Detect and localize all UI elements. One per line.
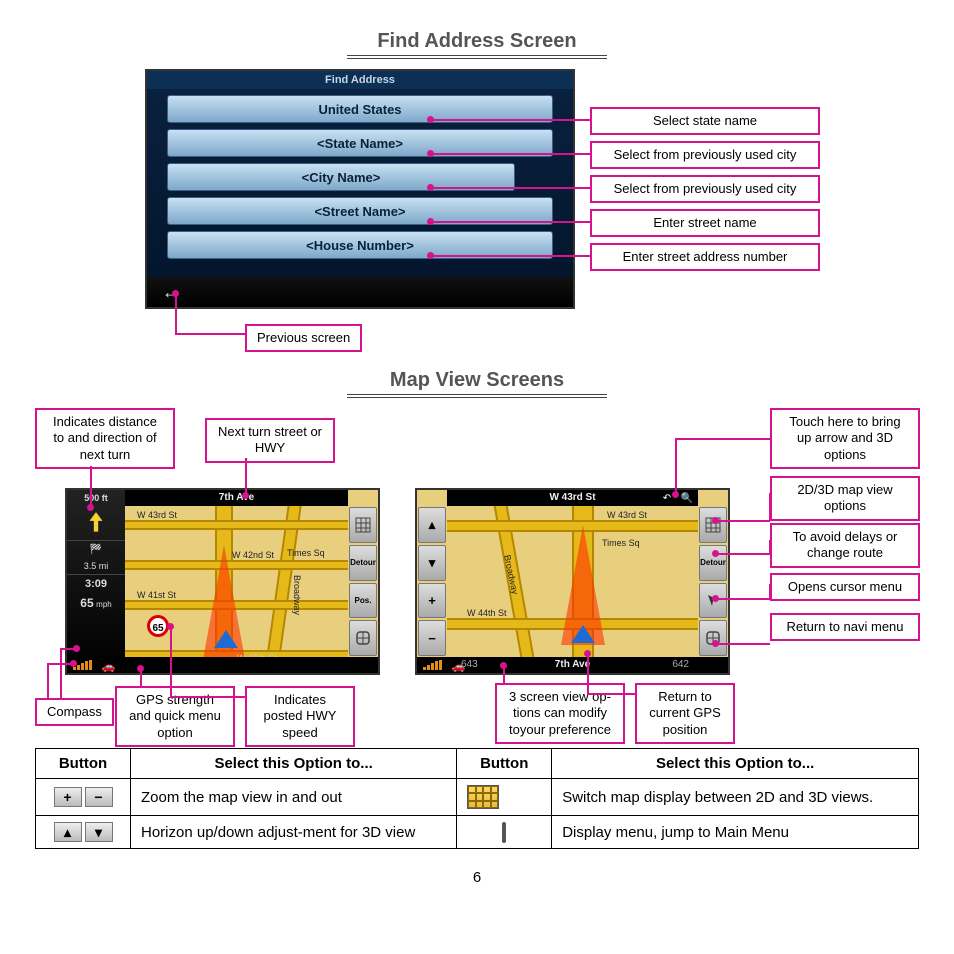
callout-street: Enter street name [590,209,820,237]
callout-2d3d: 2D/3D map view options [770,476,920,521]
callout-street: Next turn street or HWY [205,418,335,463]
table-header-option: Select this Option to... [131,749,457,779]
menu-button[interactable] [349,620,377,656]
street-label: Times Sq [287,548,325,558]
callout-gpspos: Return to current GPS position [635,683,735,744]
back-arrow-icon[interactable]: ← [147,277,573,307]
coord-right: 642 [668,657,693,673]
street-label: W 41st St [137,590,176,600]
signal-bars-icon [423,660,442,670]
callout-city2: Select from previously used city [590,175,820,203]
street-label: Broadway [292,575,302,615]
zoom-button-strip: ▴ ▾ + − [417,506,447,657]
callout-house: Enter street address number [590,243,820,271]
grid-button[interactable] [349,507,377,543]
grid-desc: Switch map display between 2D and 3D vie… [552,779,919,816]
map-view-left[interactable]: 65 W 43rd St W 42nd St W 41st St Times S… [65,488,380,675]
map-button-strip: Detour Pos. [348,506,378,657]
horizon-buttons-icon: ▴▾ [36,816,131,849]
grid-button[interactable] [699,507,727,543]
bottom-strip[interactable]: 🚗 [67,657,378,673]
grid-view-icon [457,779,552,816]
title-rule [347,55,607,59]
current-time: 3:09 [67,574,125,593]
back-bar: ← [147,277,573,307]
callout-detour: To avoid delays or change route [770,523,920,568]
coord-left: 643 [457,657,482,673]
current-speed: 65 [80,596,93,610]
turn-arrow-icon [83,510,109,536]
route-distance: 3.5 mi [67,558,125,574]
search-icon[interactable]: 🔍 [681,493,693,504]
street-label: W 44th St [467,608,507,618]
turn-distance: 500 ft [67,490,125,506]
callout-city1: Select from previously used city [590,141,820,169]
street-label: W 43rd St [607,510,647,520]
callout-speed: Indicates posted HWY speed [245,686,355,747]
street-label: W 42nd St [232,550,274,560]
table-header-button: Button [36,749,131,779]
section-title-find-address: Find Address Screen [35,30,919,53]
callout-compass: Compass [35,698,114,726]
street-label: Times Sq [602,538,640,548]
back-icon[interactable]: ↶ [663,493,671,504]
callout-state: Select state name [590,107,820,135]
table-header-button: Button [457,749,552,779]
zoom-buttons-icon: +− [36,779,131,816]
table-header-option: Select this Option to... [552,749,919,779]
callout-back: Previous screen [245,324,362,352]
street-label: W 43rd St [137,510,177,520]
horizon-down-button[interactable]: ▾ [418,545,446,581]
horizon-up-button[interactable]: ▴ [418,507,446,543]
map-view-right[interactable]: W 43rd St Times Sq W 44th St Broadway W … [415,488,730,675]
position-button[interactable]: Pos. [349,583,377,619]
section-title-map-view: Map View Screens [35,369,919,392]
horizon-desc: Horizon up/down adjust-ment for 3D view [131,816,457,849]
callout-distance: Indicates distance to and direction of n… [35,408,175,469]
screen-title-bar: Find Address [147,71,573,89]
find-address-block: Find Address United States <State Name> … [35,69,919,369]
callout-arrow3d: Touch here to bring up arrow and 3D opti… [770,408,920,469]
zoom-out-button[interactable]: − [418,620,446,656]
next-turn-street: 7th Ave [125,490,348,506]
find-address-screen: Find Address United States <State Name> … [145,69,575,309]
menu-desc: Display menu, jump to Main Menu [552,816,919,849]
zoom-in-button[interactable]: + [418,583,446,619]
callout-navimenu: Return to navi menu [770,613,920,641]
current-street-label: 7th Ave [527,657,618,673]
menu-icon [457,816,552,849]
zoom-desc: Zoom the map view in and out [131,779,457,816]
detour-button[interactable]: Detour [349,545,377,581]
button-reference-table: Button Select this Option to... Button S… [35,748,919,849]
map-view-block: 65 W 43rd St W 42nd St W 41st St Times S… [35,408,919,728]
menu-button[interactable] [699,620,727,656]
map-button-strip: Detour [698,506,728,657]
speed-unit: mph [96,600,112,609]
callout-cursor: Opens cursor menu [770,573,920,601]
speed-limit-sign: 65 [147,615,169,637]
title-rule-2 [347,394,607,398]
page-number: 6 [35,869,919,886]
